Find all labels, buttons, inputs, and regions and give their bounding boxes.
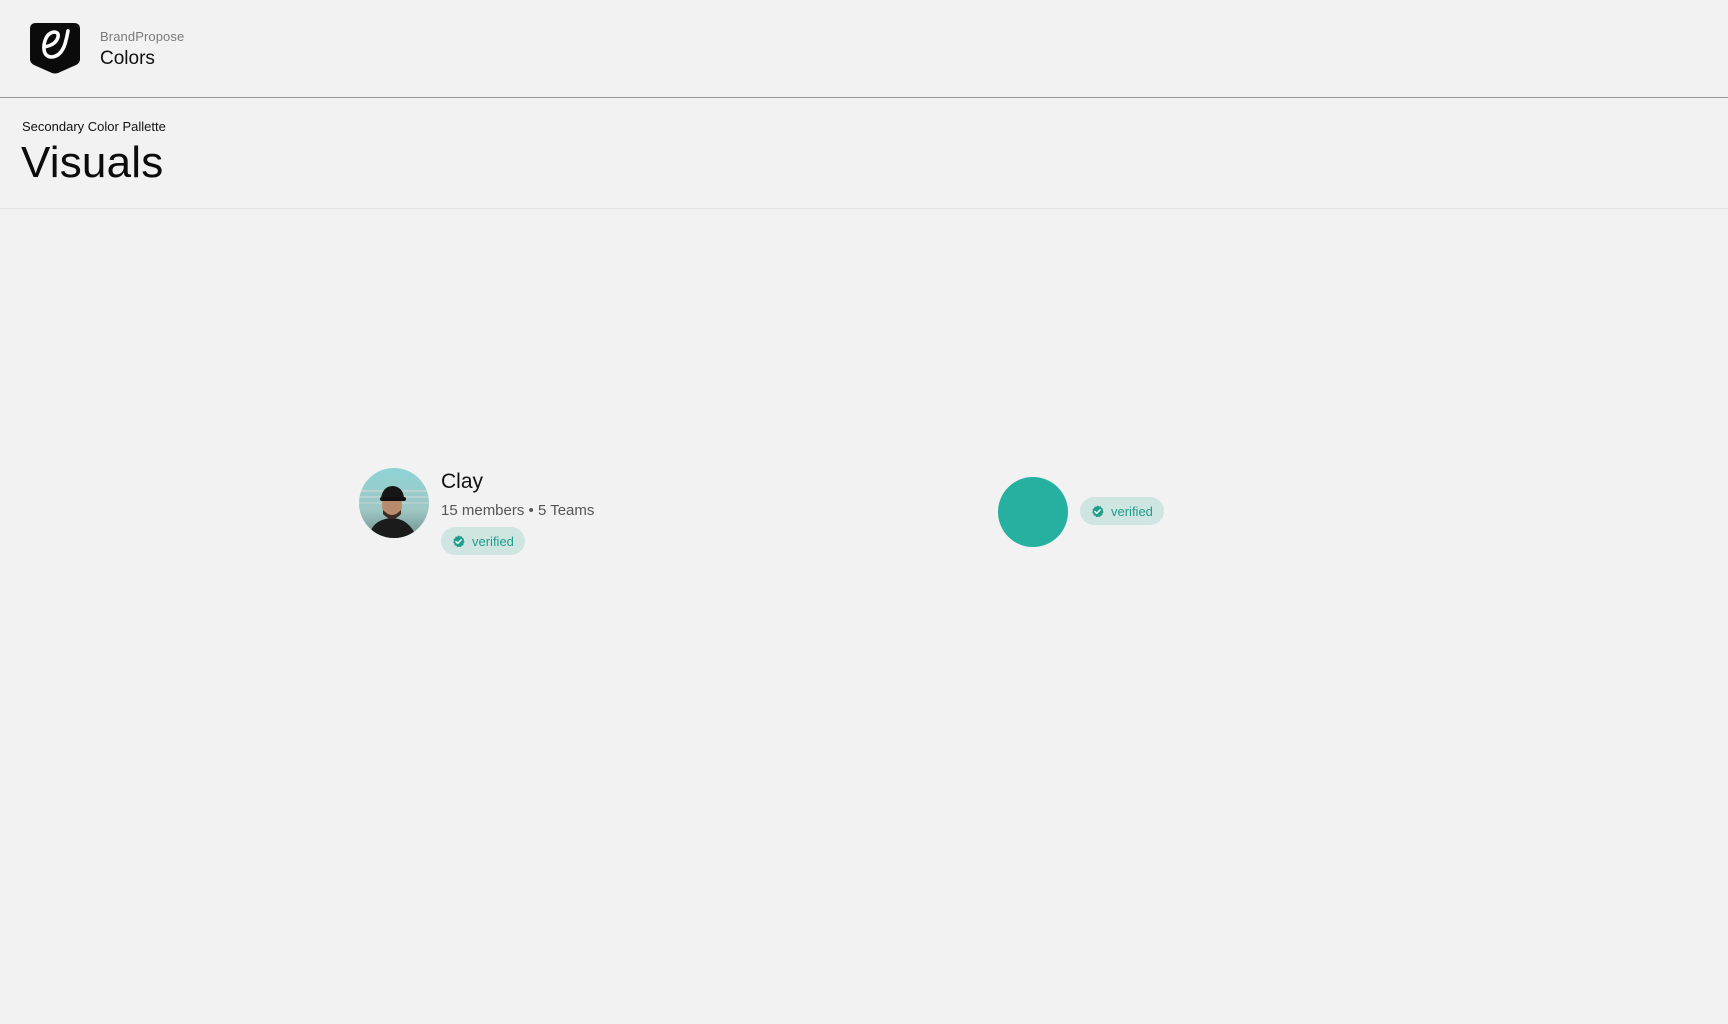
avatar (359, 468, 429, 538)
profile-card: Clay 15 members • 5 Teams verified (359, 468, 659, 558)
verified-badge: verified (1080, 497, 1164, 525)
verified-badge: verified (441, 527, 525, 555)
verified-check-icon (452, 534, 465, 548)
page-title: Visuals (21, 138, 164, 187)
verified-check-icon (1091, 504, 1104, 518)
page-eyebrow: Secondary Color Pallette (22, 119, 166, 134)
brandpropose-logo-icon[interactable] (28, 21, 82, 74)
color-swatch-card: verified (998, 477, 1178, 547)
section-title: Colors (100, 48, 155, 69)
color-swatch[interactable] (998, 477, 1068, 547)
profile-name: Clay (441, 470, 484, 493)
profile-meta: 15 members • 5 Teams (441, 502, 595, 519)
verified-badge-label: verified (472, 533, 514, 549)
verified-badge-label: verified (1111, 503, 1153, 519)
brand-name: BrandPropose (100, 29, 185, 44)
top-bar: BrandPropose Colors (0, 0, 1728, 98)
page-header: Secondary Color Pallette Visuals (0, 98, 1728, 209)
